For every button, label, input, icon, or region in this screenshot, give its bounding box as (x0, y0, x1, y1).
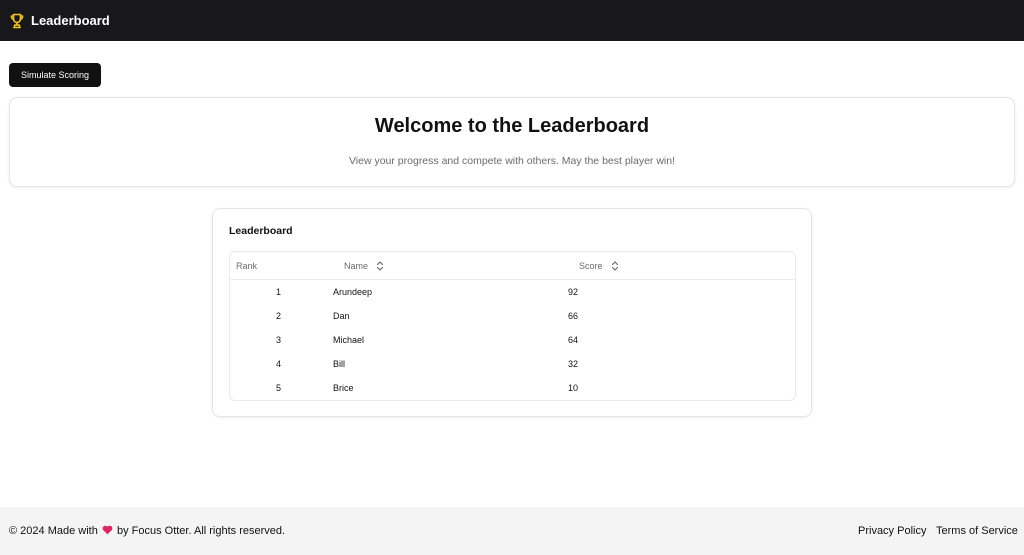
score-cell: 10 (568, 383, 579, 393)
table-row: 2 Dan 66 (230, 304, 795, 328)
privacy-policy-link[interactable]: Privacy Policy (858, 525, 926, 537)
trophy-icon (10, 13, 24, 29)
simulate-scoring-button[interactable]: Simulate Scoring (9, 63, 101, 87)
name-cell: Bill (333, 359, 346, 369)
name-cell: Michael (333, 335, 365, 345)
rank-cell: 4 (276, 359, 282, 369)
table-row: 3 Michael 64 (230, 328, 795, 352)
leaderboard-table: Rank Name Score 1 Arundeep 92 2 Dan 66 3… (229, 251, 796, 401)
name-cell: Arundeep (333, 287, 373, 297)
score-cell: 66 (568, 311, 579, 321)
column-label-rank: Rank (236, 261, 258, 271)
column-header-score[interactable]: Score (579, 261, 619, 271)
name-cell: Dan (333, 311, 350, 321)
welcome-card: Welcome to the Leaderboard View your pro… (9, 97, 1015, 187)
rank-cell: 1 (276, 287, 282, 297)
rank-cell: 5 (276, 383, 282, 393)
table-row: 1 Arundeep 92 (230, 280, 795, 304)
sort-score-icon[interactable] (611, 261, 619, 271)
leaderboard-heading: Leaderboard (229, 225, 293, 237)
app-title: Leaderboard (31, 13, 110, 28)
score-cell: 32 (568, 359, 579, 369)
column-header-rank: Rank (236, 261, 257, 271)
page-footer: © 2024 Made with by Focus Otter. All rig… (0, 507, 1024, 555)
rank-cell: 2 (276, 311, 282, 321)
terms-of-service-link[interactable]: Terms of Service (936, 525, 1018, 537)
column-label-score: Score (579, 261, 603, 271)
leaderboard-card: Leaderboard Rank Name Score 1 Arundeep 9… (212, 208, 812, 417)
heart-icon (102, 525, 113, 535)
copyright-suffix: by Focus Otter. All rights reserved. (116, 525, 286, 537)
table-row: 5 Brice 10 (230, 376, 795, 400)
copyright-prefix: © 2024 Made with (9, 525, 98, 537)
rank-cell: 3 (276, 335, 282, 345)
table-header: Rank Name Score (230, 252, 795, 280)
column-header-name[interactable]: Name (344, 261, 384, 271)
score-cell: 64 (568, 335, 579, 345)
welcome-title: Welcome to the Leaderboard (374, 115, 650, 137)
score-cell: 92 (568, 287, 579, 297)
top-navbar: Leaderboard (0, 0, 1024, 41)
name-cell: Brice (333, 383, 354, 393)
copyright-text: © 2024 Made with by Focus Otter. All rig… (9, 525, 285, 537)
table-row: 4 Bill 32 (230, 352, 795, 376)
sort-name-icon[interactable] (376, 261, 384, 271)
column-label-name: Name (344, 261, 369, 271)
welcome-subtitle: View your progress and compete with othe… (348, 155, 676, 167)
